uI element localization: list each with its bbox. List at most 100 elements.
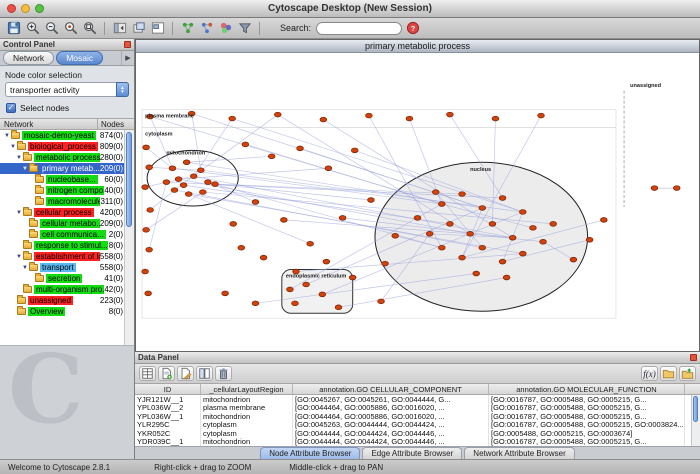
network-frame-title[interactable]: primary metabolic process bbox=[136, 40, 699, 53]
network-node[interactable] bbox=[197, 168, 204, 173]
network-node[interactable] bbox=[242, 142, 249, 147]
table-cell[interactable]: [GO:0045263, GO:0044444, GO:0044424, ... bbox=[293, 421, 489, 430]
network-canvas[interactable]: plasma membranecytoplasmmitochondrionnuc… bbox=[136, 53, 699, 351]
export-attributes-button[interactable] bbox=[679, 366, 696, 381]
table-cell[interactable]: [GO:0044464, GO:0005886, GO:0016020, ... bbox=[293, 404, 489, 413]
column-header-id[interactable]: ID bbox=[135, 384, 201, 394]
network-node[interactable] bbox=[205, 180, 212, 185]
network-node[interactable] bbox=[351, 148, 358, 153]
network-node[interactable] bbox=[238, 245, 245, 250]
network-node[interactable] bbox=[280, 217, 287, 222]
network-node[interactable] bbox=[499, 259, 506, 264]
search-input[interactable] bbox=[316, 22, 402, 35]
tree-item-mosaic-demo-yeast[interactable]: ▼mosaic-demo-yeast874(0) bbox=[0, 130, 134, 141]
tree-scrollbar[interactable] bbox=[124, 130, 134, 345]
tree-scrollbar-thumb[interactable] bbox=[126, 132, 132, 227]
table-cell[interactable]: [GO:0016787, GO:0005488, GO:0005215, G..… bbox=[489, 412, 685, 421]
network-node[interactable] bbox=[212, 182, 219, 187]
table-cell[interactable]: YLR295C bbox=[135, 421, 201, 430]
column-header-cellularlayoutregion[interactable]: _cellularLayoutRegion bbox=[201, 384, 293, 394]
tab-scroll-right-icon[interactable]: ▶ bbox=[121, 51, 134, 65]
select-attributes-button[interactable] bbox=[139, 366, 156, 381]
minimize-window-button[interactable] bbox=[21, 4, 30, 13]
network-node[interactable] bbox=[147, 208, 154, 213]
tab-edge-attribute-browser[interactable]: Edge Attribute Browser bbox=[362, 447, 462, 459]
table-cell[interactable]: cytoplasm bbox=[201, 429, 293, 438]
network-node[interactable] bbox=[163, 180, 170, 185]
network-node[interactable] bbox=[467, 231, 474, 236]
network-node[interactable] bbox=[530, 225, 537, 230]
table-cell[interactable]: cytoplasm bbox=[201, 421, 293, 430]
table-row[interactable]: YLR295Ccytoplasm[GO:0045263, GO:0044444,… bbox=[135, 421, 700, 430]
tree-item-nucleobase[interactable]: nucleobase...60(0) bbox=[0, 174, 134, 185]
network-node[interactable] bbox=[169, 166, 176, 171]
network-node[interactable] bbox=[519, 251, 526, 256]
network-node[interactable] bbox=[183, 160, 190, 165]
network-node[interactable] bbox=[229, 116, 236, 121]
tab-network[interactable]: Network bbox=[3, 51, 54, 65]
close-window-button[interactable] bbox=[7, 4, 16, 13]
table-cell[interactable]: [GO:0044444, GO:0044424, GO:0044446, ... bbox=[293, 429, 489, 438]
network-node[interactable] bbox=[432, 190, 439, 195]
network-node[interactable] bbox=[143, 227, 150, 232]
tree-item-cell-communica[interactable]: cell communica...2(0) bbox=[0, 229, 134, 240]
network-node[interactable] bbox=[319, 292, 326, 297]
expander-icon[interactable]: ▼ bbox=[15, 209, 23, 217]
network-node[interactable] bbox=[447, 221, 454, 226]
table-cell[interactable]: [GO:0005488, GO:0005215, GO:0003674] bbox=[489, 429, 685, 438]
network-node[interactable] bbox=[586, 237, 593, 242]
network-node[interactable] bbox=[307, 241, 314, 246]
network-node[interactable] bbox=[297, 146, 304, 151]
network-node[interactable] bbox=[339, 216, 346, 221]
edit-attribute-button[interactable] bbox=[177, 366, 194, 381]
network-node[interactable] bbox=[489, 221, 496, 226]
hide-panel-icon[interactable] bbox=[111, 20, 128, 37]
network-node[interactable] bbox=[550, 221, 557, 226]
network-node[interactable] bbox=[378, 299, 385, 304]
tree-item-nitrogen-compo[interactable]: nitrogen compo...40(0) bbox=[0, 185, 134, 196]
import-attributes-button[interactable] bbox=[660, 366, 677, 381]
network-node[interactable] bbox=[252, 200, 259, 205]
tree-item-response-to-stimul[interactable]: response to stimul...8(0) bbox=[0, 240, 134, 251]
network-node[interactable] bbox=[503, 275, 510, 280]
network-node[interactable] bbox=[252, 301, 259, 306]
help-icon[interactable]: ? bbox=[404, 20, 421, 37]
vizmapper-icon[interactable] bbox=[217, 20, 234, 37]
network-node[interactable] bbox=[303, 282, 310, 287]
network-node[interactable] bbox=[600, 217, 607, 222]
tab-node-attribute-browser[interactable]: Node Attribute Browser bbox=[260, 447, 360, 459]
dropdown-arrows-icon[interactable]: ▲▼ bbox=[116, 82, 129, 97]
network-node[interactable] bbox=[146, 247, 153, 252]
network-node[interactable] bbox=[260, 255, 267, 260]
network-node[interactable] bbox=[492, 116, 499, 121]
table-row[interactable]: YPL036W__1mitochondrion[GO:0044464, GO:0… bbox=[135, 412, 700, 421]
expander-icon[interactable]: ▼ bbox=[21, 264, 29, 272]
node-color-dropdown[interactable]: transporter activity ▲▼ bbox=[5, 82, 129, 97]
network-node[interactable] bbox=[414, 216, 421, 221]
network-node[interactable] bbox=[673, 186, 680, 191]
table-cell[interactable]: YJR121W__1 bbox=[135, 395, 201, 404]
network-node[interactable] bbox=[142, 185, 149, 190]
column-header-annotation-go-cellular-component[interactable]: annotation.GO CELLULAR_COMPONENT bbox=[293, 384, 489, 394]
network-node[interactable] bbox=[349, 275, 356, 280]
table-scrollbar[interactable] bbox=[691, 395, 700, 446]
tree-item-primary-metab[interactable]: ▼primary metab...209(0) bbox=[0, 163, 134, 174]
network-node[interactable] bbox=[287, 287, 294, 292]
network-node[interactable] bbox=[335, 305, 342, 310]
table-cell[interactable]: [GO:0044444, GO:0044424, GO:0044446, ... bbox=[293, 438, 489, 447]
network-node[interactable] bbox=[180, 183, 187, 188]
table-cell[interactable]: [GO:0016787, GO:0005488, GO:0005215, G..… bbox=[489, 404, 685, 413]
table-cell[interactable]: [GO:0016787, GO:0005488, GO:0005215, G..… bbox=[489, 395, 685, 404]
table-row[interactable]: YPL036W__2plasma membrane[GO:0044464, GO… bbox=[135, 404, 700, 413]
float-panel-icon[interactable] bbox=[130, 20, 147, 37]
control-panel-float-button[interactable] bbox=[124, 41, 131, 48]
tree-item-cellular-process[interactable]: ▼cellular process420(0) bbox=[0, 207, 134, 218]
network-node[interactable] bbox=[459, 192, 466, 197]
expander-icon[interactable]: ▼ bbox=[21, 165, 29, 173]
tree-item-establishment-of-lo[interactable]: ▼establishment of lo...558(0) bbox=[0, 251, 134, 262]
zoom-selected-icon[interactable] bbox=[62, 20, 79, 37]
network-node[interactable] bbox=[323, 259, 330, 264]
overview-icon[interactable] bbox=[149, 20, 166, 37]
network-node[interactable] bbox=[479, 206, 486, 211]
tree-header-network[interactable]: Network bbox=[0, 119, 98, 129]
